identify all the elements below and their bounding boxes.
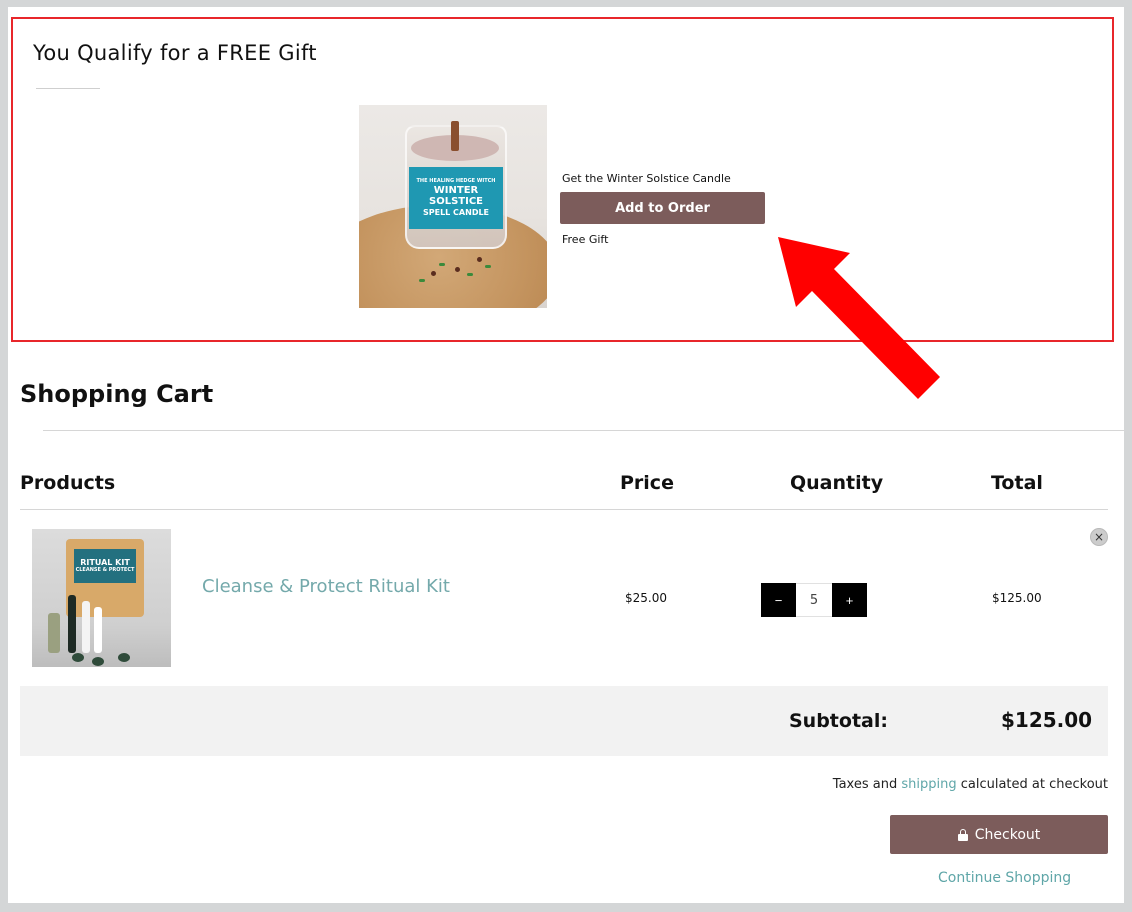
candle-wick — [451, 121, 459, 151]
kit-stone — [92, 657, 104, 666]
herb-decoration — [467, 273, 473, 276]
continue-shopping-link[interactable]: Continue Shopping — [938, 870, 1071, 886]
kit-candle — [68, 595, 76, 653]
subtotal-label: Subtotal: — [789, 710, 888, 732]
subtotal-bar — [20, 686, 1108, 756]
quantity-stepper: − + — [761, 583, 867, 617]
product-name-link[interactable]: Cleanse & Protect Ritual Kit — [202, 576, 450, 597]
product-total: $125.00 — [992, 591, 1042, 605]
kit-label: RITUAL KIT CLEANSE & PROTECT — [74, 549, 136, 583]
header-divider — [20, 509, 1108, 510]
product-price: $25.00 — [625, 591, 667, 605]
kit-label-subtitle: CLEANSE & PROTECT — [75, 566, 135, 573]
taxes-note: Taxes and shipping calculated at checkou… — [833, 777, 1108, 792]
free-gift-title: You Qualify for a FREE Gift — [33, 41, 317, 65]
close-icon[interactable]: × — [1090, 528, 1108, 546]
shipping-link[interactable]: shipping — [901, 777, 956, 792]
taxes-text-after: calculated at checkout — [960, 777, 1108, 792]
kit-sage — [48, 613, 60, 653]
kit-candle — [82, 601, 90, 653]
add-to-order-button[interactable]: Add to Order — [560, 192, 765, 224]
candle-label: THE HEALING HEDGE WITCH WINTER SOLSTICE … — [409, 167, 503, 229]
taxes-text-before: Taxes and — [832, 777, 898, 792]
spice-decoration — [477, 257, 482, 262]
subtotal-value: $125.00 — [1001, 708, 1093, 732]
header-quantity: Quantity — [790, 472, 884, 494]
gift-subtext: Free Gift — [562, 233, 609, 246]
increase-quantity-button[interactable]: + — [832, 583, 867, 617]
checkout-button[interactable]: Checkout — [890, 815, 1108, 854]
lock-icon — [957, 828, 968, 841]
arrow-icon — [778, 237, 940, 399]
gift-product-image: THE HEALING HEDGE WITCH WINTER SOLSTICE … — [359, 105, 547, 308]
herb-decoration — [439, 263, 445, 266]
header-products: Products — [20, 472, 116, 494]
cart-divider — [43, 430, 1124, 431]
herb-decoration — [419, 279, 425, 282]
candle-label-subtitle: SPELL CANDLE — [422, 207, 490, 217]
quantity-input[interactable] — [796, 583, 832, 617]
spice-decoration — [431, 271, 436, 276]
header-price: Price — [620, 472, 674, 494]
product-image[interactable]: RITUAL KIT CLEANSE & PROTECT — [32, 529, 171, 667]
page: You Qualify for a FREE Gift THE HEALING … — [8, 7, 1124, 903]
kit-stone — [72, 653, 84, 662]
checkout-label: Checkout — [974, 826, 1041, 843]
herb-decoration — [485, 265, 491, 268]
title-divider — [36, 88, 100, 89]
candle-label-title: WINTER SOLSTICE — [429, 184, 483, 208]
spice-decoration — [455, 267, 460, 272]
decrease-quantity-button[interactable]: − — [761, 583, 796, 617]
gift-caption: Get the Winter Solstice Candle — [562, 172, 731, 185]
kit-bottle — [94, 607, 102, 653]
kit-stone — [118, 653, 130, 662]
header-total: Total — [991, 472, 1043, 494]
cart-title: Shopping Cart — [20, 380, 214, 408]
